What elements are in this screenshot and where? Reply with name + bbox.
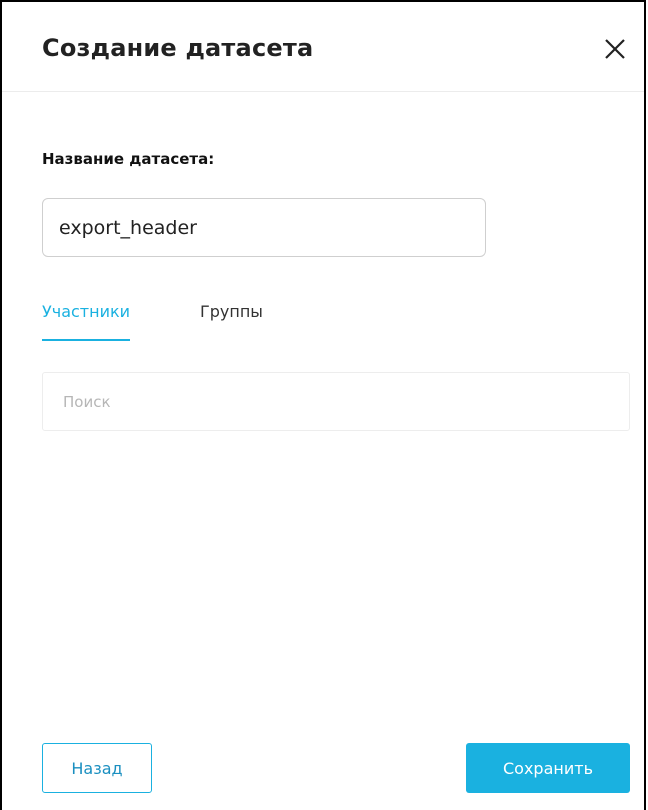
tab-bar: Участники Группы	[42, 298, 342, 348]
dataset-name-label: Название датасета:	[42, 150, 215, 168]
tab-groups[interactable]: Группы	[200, 302, 263, 341]
modal-title: Создание датасета	[42, 34, 314, 62]
modal-header: Создание датасета	[2, 2, 644, 92]
tab-participants[interactable]: Участники	[42, 302, 131, 341]
back-button[interactable]: Назад	[42, 743, 152, 793]
search-input[interactable]	[42, 372, 630, 431]
save-button[interactable]: Сохранить	[466, 743, 630, 793]
create-dataset-modal: Создание датасета Название датасета: Уча…	[0, 0, 646, 810]
dataset-name-input[interactable]	[42, 198, 486, 257]
close-icon[interactable]	[604, 38, 626, 60]
